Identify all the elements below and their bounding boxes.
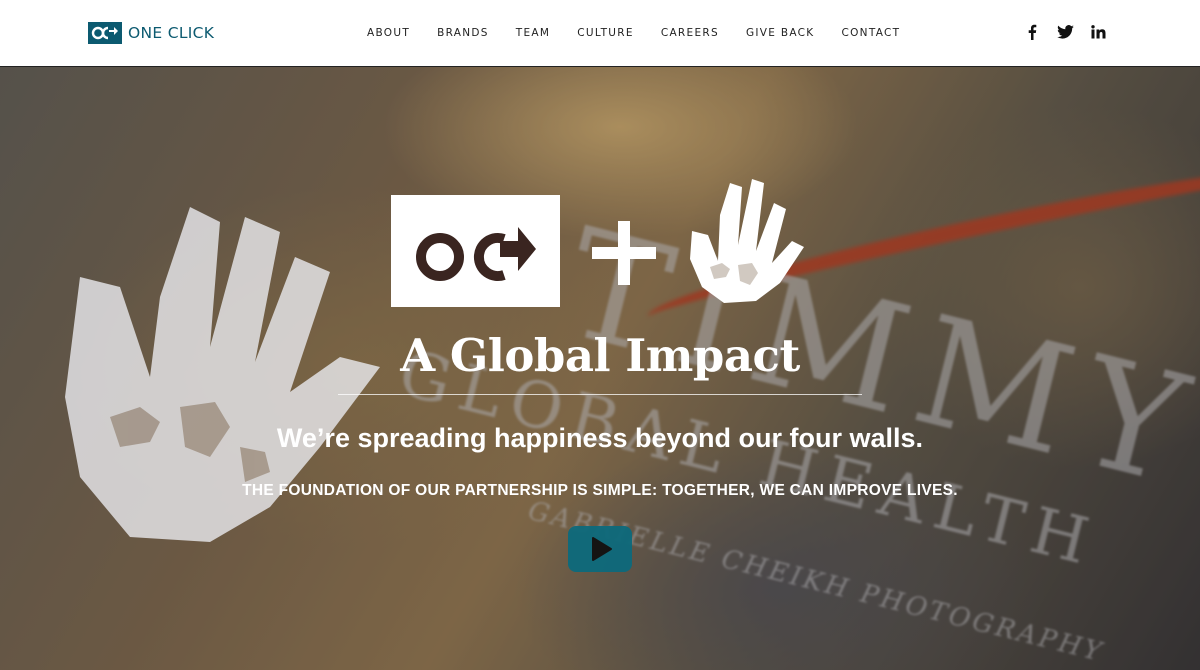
nav-contact[interactable]: CONTACT [841,27,900,39]
logo-mark-icon [88,22,122,44]
hero-tagline: THE FOUNDATION OF OUR PARTNERSHIP IS SIM… [242,482,958,499]
site-header: ONE CLICK ABOUT BRANDS TEAM CULTURE CARE… [0,0,1200,67]
site-logo[interactable]: ONE CLICK [88,22,214,44]
one-click-logo-icon [415,227,536,281]
plus-icon [592,221,656,285]
hero-section: TIMMY GLOBAL HEALTH GABRIELLE CHEIKH PHO… [0,67,1200,670]
play-icon [592,537,612,561]
nav-about[interactable]: ABOUT [367,27,410,39]
nav-give-back[interactable]: GIVE BACK [746,27,815,39]
hero-subtitle: We’re spreading happiness beyond our fou… [276,423,924,453]
nav-careers[interactable]: CAREERS [661,27,719,39]
timmy-global-health-handprint-icon [690,179,804,303]
one-click-logo-card [391,195,560,307]
hero-divider [338,394,862,395]
linkedin-icon[interactable] [1088,23,1108,41]
logo-text: ONE CLICK [128,24,215,42]
facebook-icon[interactable] [1022,23,1042,41]
twitter-icon[interactable] [1055,23,1075,41]
play-video-button[interactable] [568,526,632,572]
social-links [1009,23,1108,41]
main-nav: ABOUT BRANDS TEAM CULTURE CAREERS GIVE B… [367,27,927,39]
nav-culture[interactable]: CULTURE [577,27,634,39]
hero-title: A Global Impact [400,329,800,382]
nav-team[interactable]: TEAM [516,27,551,39]
nav-brands[interactable]: BRANDS [437,27,489,39]
